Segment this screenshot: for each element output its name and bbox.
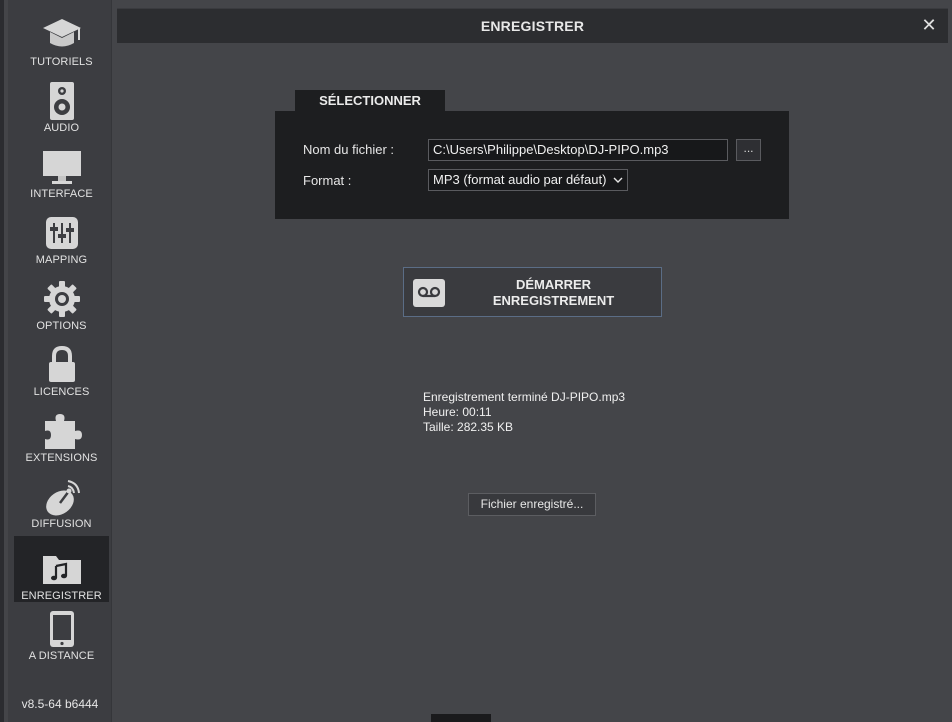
music-folder-icon <box>40 548 84 589</box>
cassette-icon <box>413 279 445 307</box>
puzzle-icon <box>40 410 84 451</box>
sidebar-item-extensions[interactable]: EXTENSIONS <box>14 398 109 464</box>
sidebar: TUTORIELS AUDIO INTERFACE MAPPING OPTION… <box>8 0 112 722</box>
satellite-dish-icon <box>40 476 84 517</box>
page-title: ENREGISTRER <box>480 18 585 34</box>
sidebar-item-licences[interactable]: LICENCES <box>14 332 109 398</box>
saved-file-button[interactable]: Fichier enregistré... <box>468 493 596 516</box>
sidebar-item-mapping[interactable]: MAPPING <box>14 200 109 266</box>
start-recording-label: DÉMARRER ENREGISTREMENT <box>454 277 653 309</box>
sidebar-item-diffusion[interactable]: DIFFUSION <box>14 464 109 530</box>
sidebar-item-label: OPTIONS <box>36 320 87 332</box>
start-recording-button[interactable]: DÉMARRER ENREGISTREMENT <box>403 267 662 317</box>
bottom-strip <box>431 714 491 722</box>
status-line-time: Heure: 00:11 <box>423 405 492 419</box>
status-line-size: Taille: 282.35 KB <box>423 420 514 434</box>
tab-selectionner: SÉLECTIONNER <box>295 90 445 111</box>
sidebar-item-label: INTERFACE <box>30 188 93 200</box>
lock-icon <box>40 344 84 385</box>
app-window: TUTORIELS AUDIO INTERFACE MAPPING OPTION… <box>0 0 952 722</box>
sidebar-item-label: EXTENSIONS <box>25 452 98 464</box>
format-label: Format : <box>303 173 352 188</box>
sidebar-item-options[interactable]: OPTIONS <box>14 266 109 332</box>
status-line-finished: Enregistrement terminé DJ-PIPO.mp3 <box>423 390 626 404</box>
graduation-cap-icon <box>40 14 84 55</box>
title-bar: ENREGISTRER ✕ <box>117 8 948 43</box>
sidebar-item-label: MAPPING <box>35 254 88 266</box>
monitor-icon <box>40 146 84 187</box>
sidebar-item-label: A DISTANCE <box>28 650 95 662</box>
sidebar-item-label: AUDIO <box>43 122 80 134</box>
sidebar-item-enregistrer[interactable]: ENREGISTRER <box>14 536 109 602</box>
format-select[interactable]: MP3 (format audio par défaut) <box>428 169 628 191</box>
filename-label: Nom du fichier : <box>303 142 395 157</box>
tablet-icon <box>40 608 84 649</box>
version-label: v8.5-64 b6444 <box>21 697 99 711</box>
sliders-icon <box>40 212 84 253</box>
sidebar-item-label: TUTORIELS <box>30 56 93 68</box>
sidebar-item-label: LICENCES <box>33 386 90 398</box>
recording-status: Enregistrement terminé DJ-PIPO.mp3 Heure… <box>423 390 625 435</box>
sidebar-item-tutoriels[interactable]: TUTORIELS <box>14 2 109 68</box>
close-icon: ✕ <box>921 15 937 35</box>
browse-button[interactable]: ... <box>736 139 761 161</box>
filename-input[interactable]: C:\Users\Philippe\Desktop\DJ-PIPO.mp3 <box>428 139 728 161</box>
start-recording-line2: ENREGISTREMENT <box>492 293 615 308</box>
sidebar-item-a-distance[interactable]: A DISTANCE <box>14 596 109 662</box>
chevron-down-icon <box>613 170 623 190</box>
start-recording-line1: DÉMARRER <box>515 277 592 292</box>
close-button[interactable]: ✕ <box>919 15 939 35</box>
gear-icon <box>40 278 84 319</box>
select-panel <box>275 111 789 219</box>
sidebar-item-interface[interactable]: INTERFACE <box>14 134 109 200</box>
speaker-icon <box>40 80 84 121</box>
format-select-value: MP3 (format audio par défaut) <box>433 172 607 187</box>
sidebar-item-label: DIFFUSION <box>31 518 92 530</box>
sidebar-item-audio[interactable]: AUDIO <box>14 68 109 134</box>
